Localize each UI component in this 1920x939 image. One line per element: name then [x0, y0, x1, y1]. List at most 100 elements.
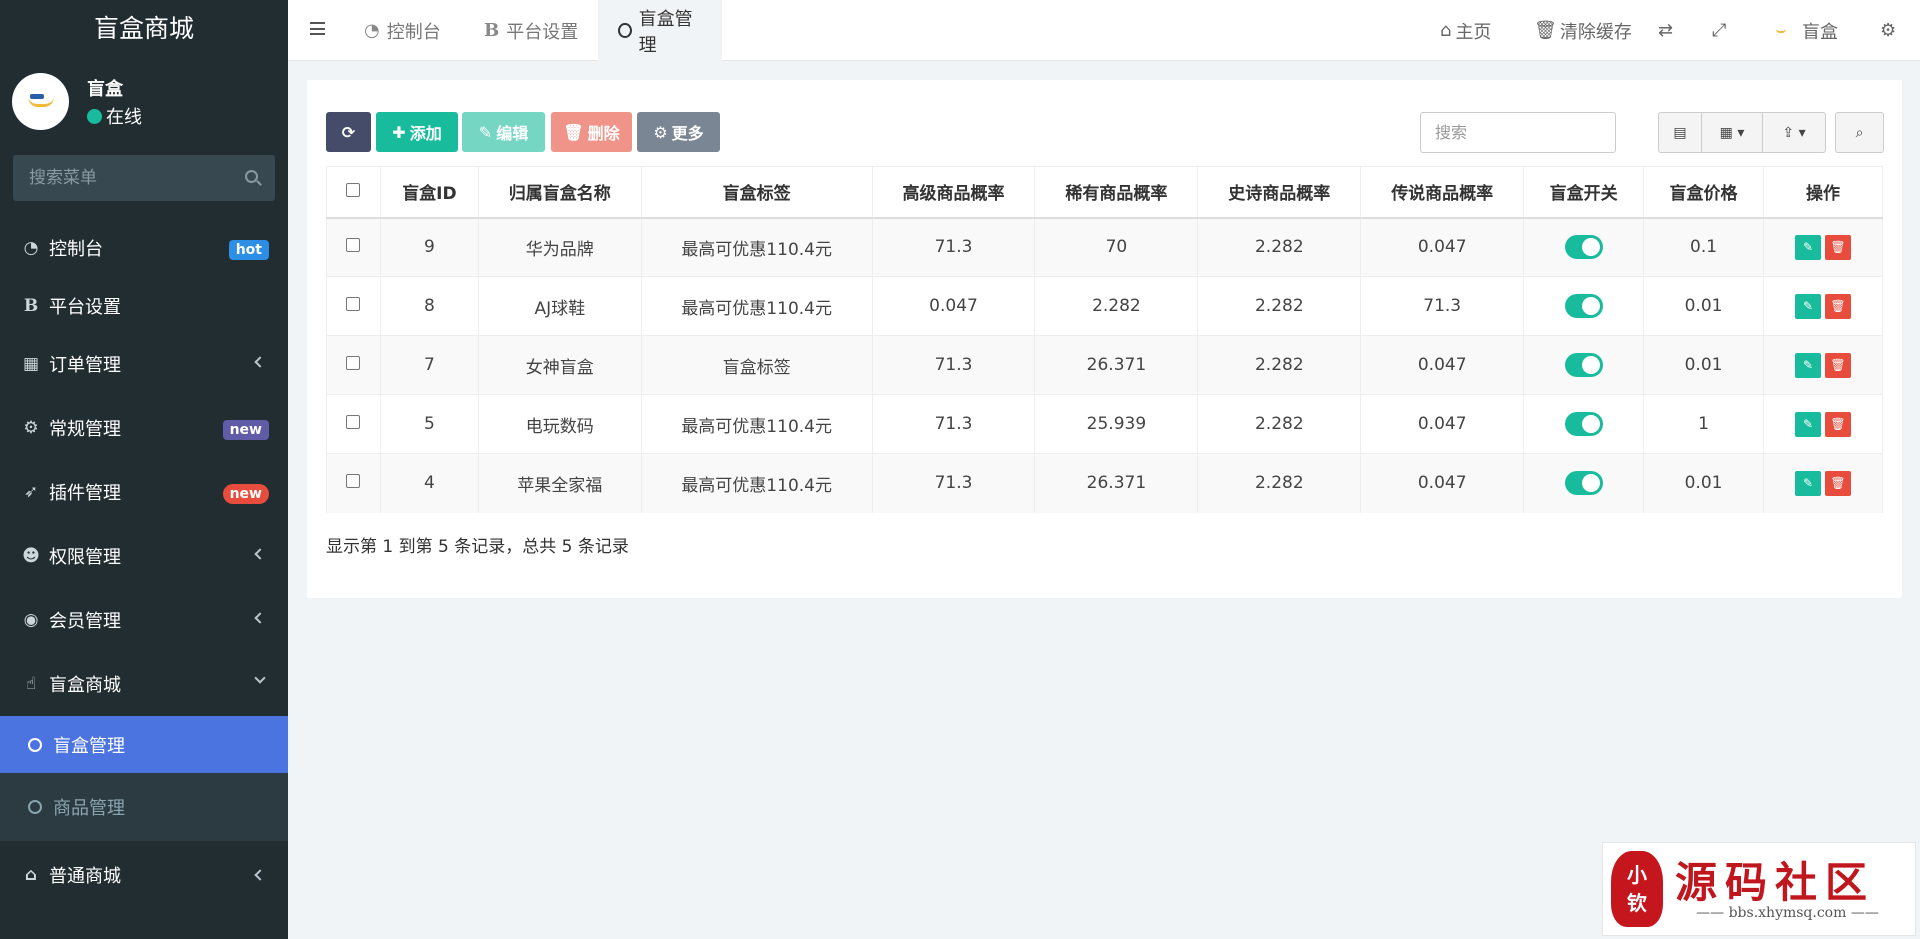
- group-icon: ☻: [22, 546, 40, 566]
- online-dot-icon: [87, 108, 102, 124]
- row-delete-button[interactable]: 🗑: [1824, 352, 1851, 378]
- row-edit-button[interactable]: ✎: [1794, 470, 1821, 496]
- sidebar-item-label: 平台设置: [49, 297, 121, 318]
- row-edit-button[interactable]: ✎: [1794, 293, 1821, 319]
- col-header[interactable]: 史诗商品概率: [1197, 166, 1362, 219]
- row-delete-button[interactable]: 🗑: [1824, 293, 1851, 319]
- cell-actions: ✎ 🗑: [1763, 394, 1884, 454]
- tab-platform-settings[interactable]: B 平台设置: [464, 0, 598, 61]
- cell-switch: [1523, 394, 1645, 454]
- table-row[interactable]: 8 AJ球鞋 最高可优惠110.4元 0.047 2.282 2.282 71.3 0.01 ✎…: [326, 276, 1884, 336]
- plus-icon: ✚: [392, 122, 406, 142]
- col-header[interactable]: 盲盒标签: [641, 166, 873, 219]
- advanced-search-button[interactable]: ⌕: [1835, 112, 1884, 153]
- add-label: 添加: [409, 124, 442, 143]
- blindbox-toggle[interactable]: [1564, 353, 1603, 377]
- sidebar-item-plugins[interactable]: ➶ 插件管理 new: [0, 460, 288, 524]
- sidebar: 盲盒商城 盲盒 在线 ◔ 控制台 hot B 平台设置 ▦ 订单管理 ⚙ 常规管…: [0, 0, 288, 939]
- menu-search: [13, 155, 275, 201]
- table-row[interactable]: 5 电玩数码 最高可优惠110.4元 71.3 25.939 2.282 0.047 1 ✎ 🗑: [326, 394, 1884, 454]
- cell-legend: 71.3: [1360, 276, 1525, 336]
- watermark-url: —— bbs.xhymsq.com ——: [1696, 905, 1879, 921]
- select-all-checkbox[interactable]: [346, 182, 361, 197]
- row-checkbox[interactable]: [346, 356, 361, 370]
- col-header[interactable]: 稀有商品概率: [1034, 166, 1199, 219]
- seal-icon: 小 钦: [1611, 851, 1663, 927]
- menu-search-input[interactable]: [13, 155, 275, 201]
- col-header[interactable]: 归属盲盒名称: [478, 166, 642, 219]
- user-name: 盲盒: [87, 79, 123, 100]
- col-header[interactable]: 盲盒ID: [380, 166, 479, 219]
- settings-cogs-icon[interactable]: ⚙: [1880, 0, 1896, 61]
- sidebar-item-general[interactable]: ⚙ 常规管理 new: [0, 396, 288, 460]
- sidebar-item-product-manage[interactable]: 商品管理: [0, 773, 288, 841]
- user-avatar-small-icon: [1776, 29, 1786, 33]
- toggle-card-view-button[interactable]: ▤: [1658, 112, 1702, 153]
- cell-legend: 0.047: [1360, 453, 1525, 513]
- row-edit-button[interactable]: ✎: [1794, 234, 1821, 260]
- table-row[interactable]: 7 女神盲盒 盲盒标签 71.3 26.371 2.282 0.047 0.01 ✎ 🗑: [326, 335, 1884, 395]
- table-search-input[interactable]: [1420, 112, 1616, 153]
- fullscreen-icon[interactable]: ⤢: [1712, 0, 1726, 61]
- cell-id: 7: [380, 335, 479, 395]
- row-delete-button[interactable]: 🗑: [1824, 234, 1851, 260]
- row-delete-button[interactable]: 🗑: [1824, 470, 1851, 496]
- col-header[interactable]: 盲盒价格: [1643, 166, 1764, 219]
- export-dropdown-button[interactable]: ⇪ ▾: [1762, 112, 1826, 153]
- more-label: 更多: [671, 124, 704, 143]
- col-header[interactable]: 传说商品概率: [1360, 166, 1525, 219]
- table-row[interactable]: 4 苹果全家福 最高可优惠110.4元 71.3 26.371 2.282 0.047 0.0…: [326, 453, 1884, 513]
- cell-epic: 2.282: [1197, 276, 1362, 336]
- row-checkbox[interactable]: [346, 474, 361, 489]
- sidebar-item-members[interactable]: ◉ 会员管理: [0, 588, 288, 652]
- sidebar-item-label: 订单管理: [49, 355, 121, 376]
- row-delete-button[interactable]: 🗑: [1824, 411, 1851, 437]
- logo-mark-icon: [27, 93, 54, 107]
- tab-dashboard[interactable]: ◔ 控制台: [344, 0, 461, 61]
- cell-advanced: 71.3: [872, 335, 1036, 395]
- blindbox-toggle[interactable]: [1564, 412, 1603, 436]
- add-button[interactable]: ✚ 添加: [376, 112, 458, 152]
- row-checkbox[interactable]: [346, 297, 361, 311]
- sidebar-item-normal-mall[interactable]: ⌂ 普通商城: [0, 841, 288, 909]
- table-row[interactable]: 9 华为品牌 最高可优惠110.4元 71.3 70 2.282 0.047 0.1 ✎ 🗑: [326, 217, 1884, 277]
- search-icon[interactable]: [245, 170, 258, 183]
- dashboard-icon: ◔: [364, 20, 380, 41]
- sidebar-item-permissions[interactable]: ☻ 权限管理: [0, 524, 288, 588]
- circle-icon: [28, 800, 42, 814]
- export-icon: ⇪ ▾: [1782, 124, 1806, 141]
- home-link[interactable]: ⌂ 主页: [1440, 0, 1491, 61]
- rocket-icon: ➶: [23, 482, 39, 502]
- menu-toggle-icon[interactable]: [310, 22, 325, 35]
- app-brand[interactable]: 盲盒商城: [0, 0, 288, 61]
- sidebar-item-blindbox-manage[interactable]: 盲盒管理: [0, 716, 288, 773]
- user-menu[interactable]: 盲盒: [1776, 0, 1838, 61]
- cell-legend: 0.047: [1360, 394, 1525, 454]
- sidebar-item-dashboard[interactable]: ◔ 控制台 hot: [0, 216, 288, 280]
- bank-icon: ⌂: [24, 865, 38, 885]
- delete-button[interactable]: 🗑 删除: [551, 112, 632, 152]
- clear-cache-link[interactable]: 🗑 清除缓存: [1534, 0, 1632, 61]
- pagination-summary: 显示第 1 到第 5 条记录，总共 5 条记录: [326, 537, 629, 557]
- col-header[interactable]: 高级商品概率: [872, 166, 1036, 219]
- columns-dropdown-button[interactable]: ▦ ▾: [1701, 112, 1763, 153]
- blindbox-toggle[interactable]: [1564, 294, 1603, 318]
- sidebar-item-orders[interactable]: ▦ 订单管理: [0, 332, 288, 396]
- content-panel: ⟳ ✚ 添加 ✎ 编辑 🗑 删除 ⚙ 更多 ▤ ▦ ▾ ⇪ ▾ ⌕ 盲盒ID 归…: [307, 80, 1902, 598]
- row-select-cell: [326, 276, 381, 336]
- col-header[interactable]: 盲盒开关: [1523, 166, 1645, 219]
- row-edit-button[interactable]: ✎: [1794, 352, 1821, 378]
- row-checkbox[interactable]: [346, 415, 361, 429]
- sidebar-item-blindbox-mall[interactable]: ☝ 盲盒商城: [0, 652, 288, 716]
- tab-blindbox-manage[interactable]: 盲盒管理: [598, 0, 722, 61]
- row-edit-button[interactable]: ✎: [1794, 411, 1821, 437]
- blindbox-toggle[interactable]: [1564, 471, 1603, 496]
- blindbox-toggle[interactable]: [1564, 235, 1603, 260]
- row-checkbox[interactable]: [346, 238, 361, 253]
- edit-button[interactable]: ✎ 编辑: [462, 112, 545, 152]
- sidebar-item-platform-settings[interactable]: B 平台设置: [0, 280, 288, 332]
- refresh-button[interactable]: ⟳: [326, 112, 371, 152]
- more-button[interactable]: ⚙ 更多: [637, 112, 720, 152]
- cell-rare: 26.371: [1034, 453, 1199, 513]
- translate-icon[interactable]: ⇄: [1658, 0, 1673, 61]
